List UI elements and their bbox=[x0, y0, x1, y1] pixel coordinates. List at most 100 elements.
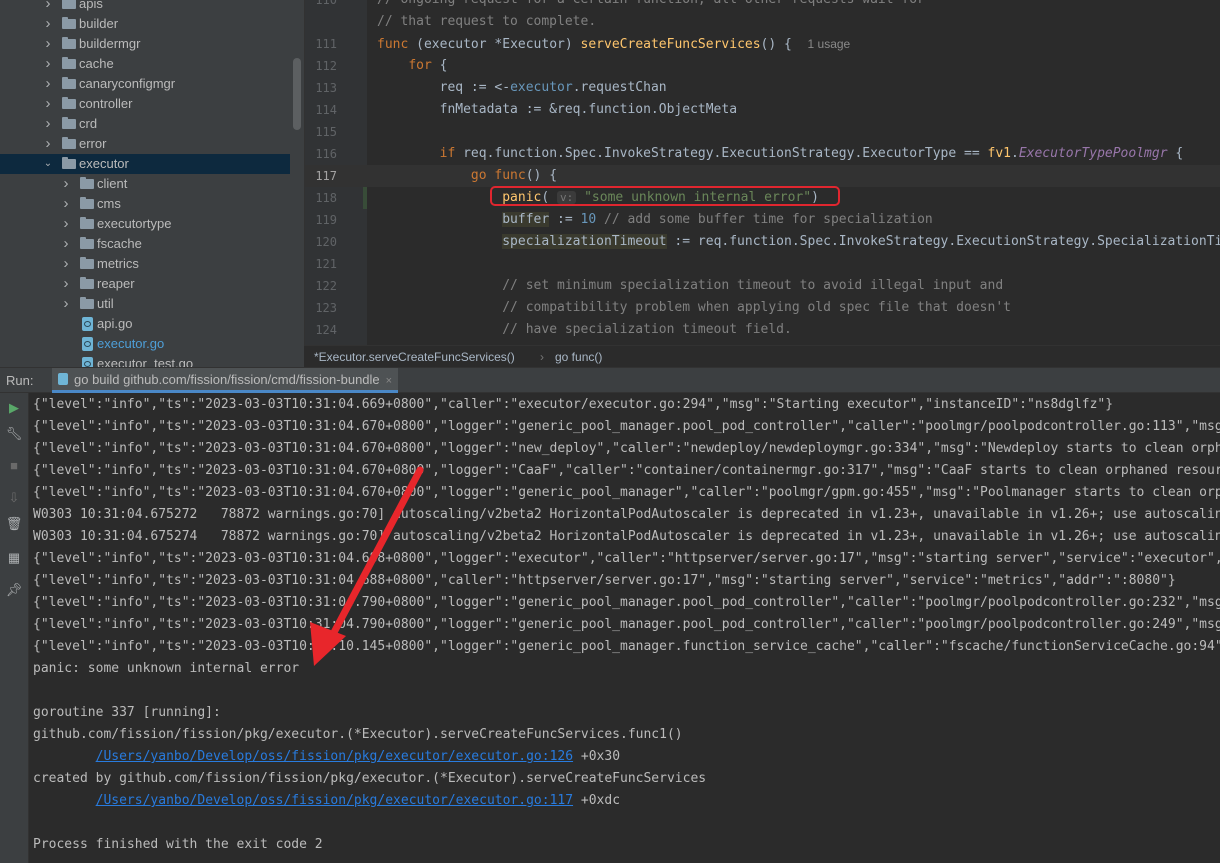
breadcrumb: *Executor.serveCreateFuncServices() › go… bbox=[304, 345, 1220, 368]
tree-item-executortype[interactable]: › executortype bbox=[0, 214, 290, 234]
code-text: // set minimum specialization timeout to… bbox=[502, 278, 1004, 293]
breadcrumb-item-closure[interactable]: go func() bbox=[555, 346, 602, 368]
code-line[interactable]: 119 buffer := 10 // add some buffer time… bbox=[305, 209, 1220, 231]
tree-item-util[interactable]: › util bbox=[0, 294, 290, 314]
line-number: 116 bbox=[315, 147, 337, 161]
folder-icon bbox=[80, 237, 94, 249]
code-line[interactable]: 114 fnMetadata := &req.function.ObjectMe… bbox=[305, 99, 1220, 121]
tree-item-error[interactable]: › error bbox=[0, 134, 290, 154]
stop-icon[interactable]: ■ bbox=[5, 457, 23, 475]
highlight-box bbox=[490, 186, 840, 206]
tree-item-label: metrics bbox=[97, 256, 139, 271]
tree-item-apis[interactable]: › apis bbox=[0, 0, 290, 14]
console-line: panic: some unknown internal error bbox=[33, 661, 300, 676]
source-link[interactable]: /Users/yanbo/Develop/oss/fission/pkg/exe… bbox=[96, 749, 573, 764]
chevron-right-icon[interactable]: › bbox=[42, 54, 54, 74]
line-number: 117 bbox=[315, 169, 337, 183]
sort-icon[interactable]: ⇩ bbox=[5, 489, 23, 507]
tree-item-crd[interactable]: › crd bbox=[0, 114, 290, 134]
code-text: // have specialization timeout field. bbox=[502, 322, 792, 337]
breadcrumb-item-method[interactable]: *Executor.serveCreateFuncServices() bbox=[314, 346, 515, 368]
wrench-icon[interactable]: 🔧︎ bbox=[5, 425, 23, 443]
chevron-right-icon[interactable]: › bbox=[60, 254, 72, 274]
tree-item-fscache[interactable]: › fscache bbox=[0, 234, 290, 254]
folder-icon bbox=[80, 277, 94, 289]
tree-item-cms[interactable]: › cms bbox=[0, 194, 290, 214]
console-line: /Users/yanbo/Develop/oss/fission/pkg/exe… bbox=[95, 793, 621, 808]
code-text: if req.function.Spec.InvokeStrategy.Exec… bbox=[439, 146, 1184, 161]
tree-item-builder[interactable]: › builder bbox=[0, 14, 290, 34]
code-line[interactable]: 123 // compatibility problem when applyi… bbox=[305, 297, 1220, 319]
tree-item-executor-test-go[interactable]: executor_test.go bbox=[0, 354, 290, 367]
chevron-right-icon[interactable]: › bbox=[42, 0, 54, 14]
console-line: {"level":"info","ts":"2023-03-03T10:31:0… bbox=[33, 441, 1220, 456]
chevron-right-icon[interactable]: › bbox=[42, 34, 54, 54]
pin-icon[interactable]: 📌︎ bbox=[5, 581, 23, 599]
chevron-right-icon[interactable]: › bbox=[42, 14, 54, 34]
code-line[interactable]: 110 // ongoing request for a certain func… bbox=[305, 0, 1220, 11]
tree-item-buildermgr[interactable]: › buildermgr bbox=[0, 34, 290, 54]
run-tab[interactable]: go build github.com/fission/fission/cmd/… bbox=[52, 368, 399, 393]
folder-icon bbox=[62, 77, 76, 89]
code-line[interactable]: 116 if req.function.Spec.InvokeStrategy.… bbox=[305, 143, 1220, 165]
chevron-right-icon[interactable]: › bbox=[60, 194, 72, 214]
line-number: 118 bbox=[315, 191, 337, 205]
run-console[interactable]: {"level":"info","ts":"2023-03-03T10:31:0… bbox=[29, 393, 1220, 863]
line-number: 110 bbox=[315, 0, 337, 7]
go-file-icon bbox=[82, 337, 93, 351]
folder-icon bbox=[62, 157, 76, 169]
tree-item-executor-go[interactable]: executor.go bbox=[0, 334, 290, 354]
console-line: {"level":"info","ts":"2023-03-03T10:31:0… bbox=[33, 595, 1220, 610]
code-line[interactable]: 115 bbox=[305, 121, 1220, 143]
vcs-change-marker bbox=[363, 187, 367, 209]
close-icon[interactable]: × bbox=[386, 375, 392, 387]
tree-item-canaryconfigmgr[interactable]: › canaryconfigmgr bbox=[0, 74, 290, 94]
code-line[interactable]: 124 // have specialization timeout field… bbox=[305, 319, 1220, 341]
code-line[interactable]: 122 // set minimum specialization timeou… bbox=[305, 275, 1220, 297]
code-line[interactable]: 113 req := <-executor.requestChan bbox=[305, 77, 1220, 99]
console-line: {"level":"info","ts":"2023-03-03T10:31:0… bbox=[33, 397, 1114, 412]
console-line: {"level":"info","ts":"2023-03-03T10:31:0… bbox=[33, 617, 1220, 632]
tree-item-api-go[interactable]: api.go bbox=[0, 314, 290, 334]
tree-item-label: executor_test.go bbox=[97, 356, 194, 367]
source-link[interactable]: /Users/yanbo/Develop/oss/fission/pkg/exe… bbox=[96, 793, 573, 808]
code-line[interactable]: 111 func (executor *Executor) serveCreate… bbox=[305, 33, 1220, 55]
tree-item-label: executor.go bbox=[97, 336, 165, 351]
trash-icon[interactable]: 🗑︎ bbox=[5, 515, 23, 533]
chevron-down-icon[interactable]: ⌄ bbox=[42, 154, 54, 174]
tree-scrollbar[interactable] bbox=[293, 58, 301, 130]
chevron-right-icon[interactable]: › bbox=[60, 234, 72, 254]
code-line[interactable]: 112 for { bbox=[305, 55, 1220, 77]
chevron-right-icon[interactable]: › bbox=[60, 174, 72, 194]
code-line[interactable]: // that request to complete. bbox=[305, 11, 1220, 33]
tree-item-reaper[interactable]: › reaper bbox=[0, 274, 290, 294]
tree-item-label: client bbox=[97, 176, 128, 191]
folder-icon bbox=[80, 177, 94, 189]
chevron-right-icon[interactable]: › bbox=[60, 294, 72, 314]
chevron-right-icon[interactable]: › bbox=[42, 74, 54, 94]
tree-item-executor[interactable]: ⌄ executor bbox=[0, 154, 290, 174]
code-line[interactable]: 117 go func() { bbox=[305, 165, 1220, 187]
line-number: 111 bbox=[315, 37, 337, 51]
chevron-right-icon[interactable]: › bbox=[42, 94, 54, 114]
console-line: {"level":"info","ts":"2023-03-03T10:31:1… bbox=[33, 639, 1220, 654]
folder-icon bbox=[80, 297, 94, 309]
chevron-right-icon[interactable]: › bbox=[60, 274, 72, 294]
code-line[interactable]: 121 bbox=[305, 253, 1220, 275]
tree-item-label: util bbox=[97, 296, 114, 311]
code-editor[interactable]: 110 // ongoing request for a certain func… bbox=[304, 0, 1220, 345]
code-line[interactable]: 120 specializationTimeout := req.functio… bbox=[305, 231, 1220, 253]
tree-item-label: cache bbox=[79, 56, 114, 71]
tree-item-client[interactable]: › client bbox=[0, 174, 290, 194]
line-number: 124 bbox=[315, 323, 337, 337]
chevron-right-icon[interactable]: › bbox=[60, 214, 72, 234]
layout-icon[interactable]: ▦ bbox=[5, 549, 23, 567]
tree-item-cache[interactable]: › cache bbox=[0, 54, 290, 74]
console-line: github.com/fission/fission/pkg/executor.… bbox=[33, 727, 683, 742]
chevron-right-icon[interactable]: › bbox=[42, 114, 54, 134]
run-icon[interactable]: ▶ bbox=[5, 399, 23, 417]
go-file-icon bbox=[82, 357, 93, 367]
tree-item-metrics[interactable]: › metrics bbox=[0, 254, 290, 274]
chevron-right-icon[interactable]: › bbox=[42, 134, 54, 154]
tree-item-controller[interactable]: › controller bbox=[0, 94, 290, 114]
